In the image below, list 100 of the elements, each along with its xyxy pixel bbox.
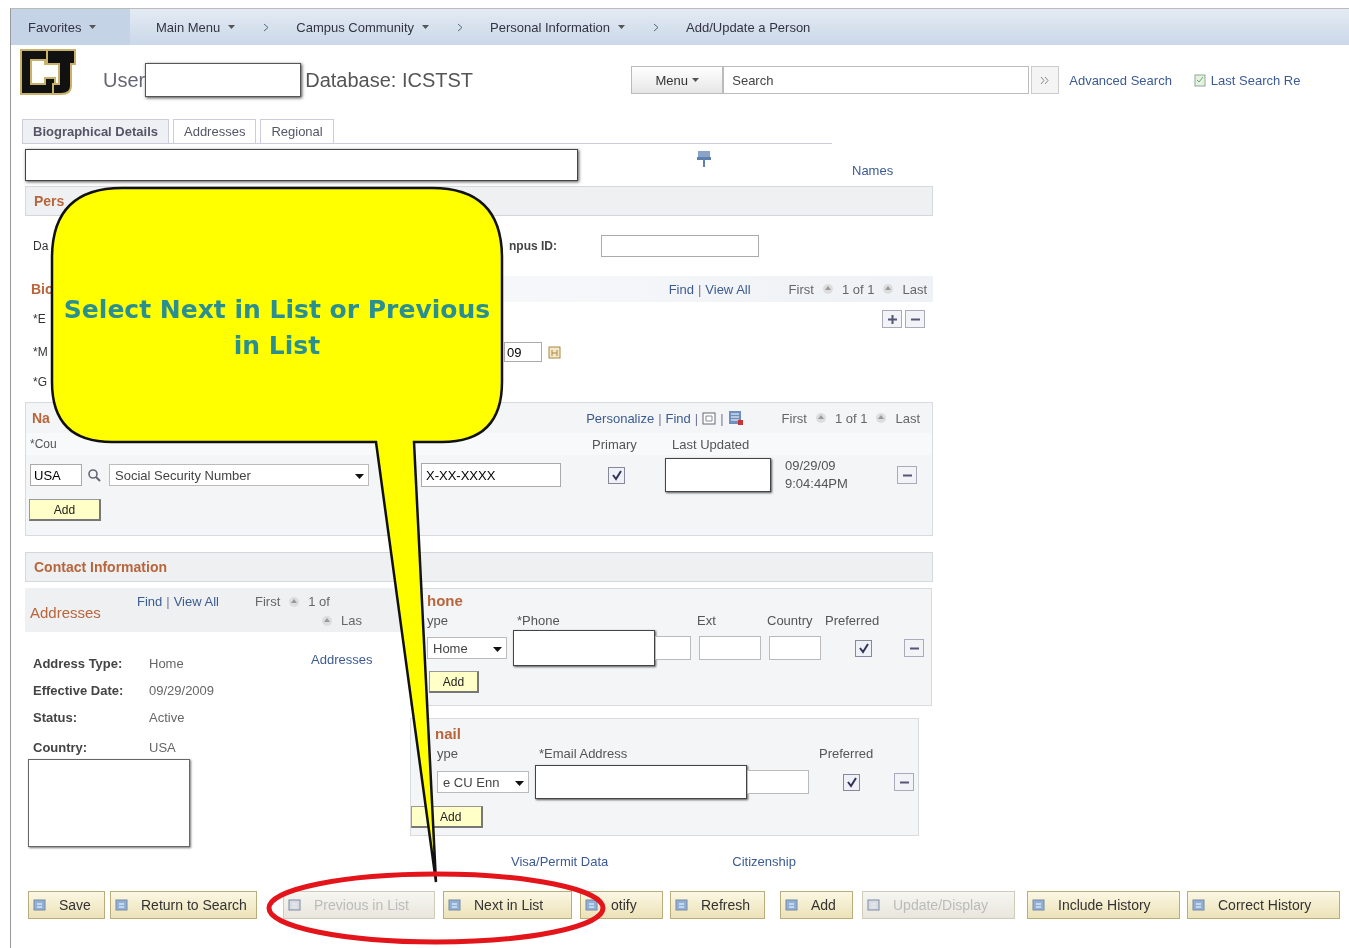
toolbar-button[interactable]: Correct History	[1187, 891, 1340, 919]
column-header: Preferred	[825, 612, 880, 628]
menu-button[interactable]: Menu	[631, 66, 724, 94]
grid-title: hone	[427, 592, 464, 609]
nav-menu[interactable]: Favorites	[11, 9, 130, 45]
input-field[interactable]	[747, 770, 809, 794]
field-label: *M	[32, 345, 49, 359]
phone-field[interactable]	[513, 630, 655, 666]
field-label: Country:	[33, 739, 89, 755]
first-label: First	[781, 410, 807, 426]
document-icon	[288, 898, 304, 912]
check-icon	[610, 469, 623, 481]
extension-field[interactable]	[699, 636, 761, 660]
caret-icon	[228, 25, 236, 29]
id-type-dropdown[interactable]: Social Security Number	[109, 464, 369, 486]
toolbar-button[interactable]: Add	[780, 891, 853, 919]
phone-type-dropdown[interactable]: Home	[427, 637, 507, 659]
toolbar-button[interactable]: Return to Search	[110, 891, 257, 919]
names-link[interactable]: Names	[852, 162, 894, 178]
document-icon	[33, 898, 49, 912]
nav-menu[interactable]: Main Menu	[142, 9, 250, 45]
caret-icon	[89, 25, 97, 29]
timestamp-text: 09/29/09 9:04:44PM	[785, 457, 849, 493]
page-count: 1 of 1	[834, 410, 868, 426]
campus-id-field[interactable]	[601, 235, 759, 257]
search-icon[interactable]	[87, 468, 101, 482]
personalize-link[interactable]: Personalize	[586, 410, 655, 426]
column-header: ype	[436, 745, 459, 761]
caret-icon	[493, 647, 502, 652]
delete-row-button[interactable]	[897, 466, 917, 484]
tab[interactable]: Regional	[260, 119, 334, 143]
breadcrumb-item[interactable]: Campus Community	[282, 9, 444, 45]
advanced-search-link[interactable]: Advanced Search	[1069, 72, 1172, 88]
add-button[interactable]: Add	[29, 499, 101, 521]
spreadsheet-icon[interactable]	[727, 410, 744, 426]
search-field[interactable]: Search	[723, 66, 1030, 94]
tab[interactable]: Biographical Details	[22, 119, 169, 143]
breadcrumb-item[interactable]: Add/Update a Person	[672, 9, 825, 45]
add-button[interactable]: Add	[429, 671, 479, 693]
check-icon	[857, 642, 870, 654]
field-label: *E	[32, 312, 47, 326]
separator-text: |	[720, 410, 724, 426]
document-icon	[1032, 898, 1048, 912]
column-header: Last Updated	[672, 436, 750, 452]
breadcrumb-item[interactable]: Personal Information	[476, 9, 640, 45]
section-title: Pers	[34, 193, 65, 209]
addresses-link[interactable]: Addresses	[311, 652, 373, 847]
field-value: Active	[149, 710, 185, 725]
email-type-dropdown[interactable]: e CU Enn	[437, 771, 529, 793]
toolbar-button[interactable]: Next in List	[443, 891, 572, 919]
citizenship-link[interactable]: Citizenship	[732, 853, 796, 869]
input-field[interactable]	[655, 636, 691, 660]
separator-text: |	[694, 410, 699, 426]
separator-text: |	[658, 410, 662, 426]
national-id-field[interactable]: X-XX-XXXX	[421, 463, 561, 487]
tab[interactable]: Addresses	[173, 119, 257, 143]
last-search-link[interactable]: Last Search Re	[1210, 72, 1301, 88]
column-header: Preferred	[819, 745, 874, 761]
find-link[interactable]: Find	[137, 594, 163, 609]
user-field[interactable]	[145, 63, 302, 97]
field-label: Address Type:	[33, 656, 124, 671]
country-code-field[interactable]	[769, 636, 821, 660]
email-field[interactable]	[535, 765, 747, 799]
date-field[interactable]: 09	[504, 342, 542, 362]
preferred-checkbox[interactable]	[843, 773, 860, 791]
document-icon	[675, 898, 691, 912]
chevron-icon	[263, 22, 270, 32]
country-field[interactable]: USA	[30, 464, 82, 486]
delete-row-button[interactable]	[905, 310, 925, 328]
toolbar-button[interactable]: Save	[28, 891, 105, 919]
find-link[interactable]: Find	[665, 410, 691, 426]
page-count: 1 of 1	[841, 281, 875, 297]
visa-permit-link[interactable]: Visa/Permit Data	[511, 853, 609, 869]
delete-row-button[interactable]	[894, 773, 914, 791]
window-icon[interactable]	[702, 411, 717, 425]
column-header: *Cou	[29, 437, 58, 451]
primary-checkbox[interactable]	[608, 466, 625, 484]
preferred-checkbox[interactable]	[855, 639, 872, 657]
toolbar-button[interactable]: Refresh	[670, 891, 765, 919]
field-value: USA	[149, 739, 176, 755]
view-all-link[interactable]: View All	[173, 594, 219, 609]
column-header: Ext	[697, 612, 717, 628]
caret-icon	[355, 474, 364, 479]
toolbar-button[interactable]: otify	[580, 891, 663, 919]
document-icon	[1193, 73, 1206, 87]
field-label: Da	[32, 239, 50, 253]
document-icon	[115, 898, 131, 912]
caret-icon	[515, 781, 524, 786]
field-label: *G	[32, 375, 48, 389]
caret-icon	[618, 25, 626, 29]
name-field[interactable]	[25, 149, 578, 181]
field-value: Home	[149, 656, 184, 671]
find-link[interactable]: Find	[668, 281, 694, 297]
add-row-button[interactable]	[882, 310, 902, 328]
toolbar-button[interactable]: Include History	[1027, 891, 1180, 919]
calendar-icon[interactable]	[548, 345, 561, 359]
last-updated-field[interactable]	[665, 458, 771, 492]
logo-icon	[17, 46, 79, 98]
delete-row-button[interactable]	[904, 639, 924, 657]
view-all-link[interactable]: View All	[705, 281, 751, 297]
